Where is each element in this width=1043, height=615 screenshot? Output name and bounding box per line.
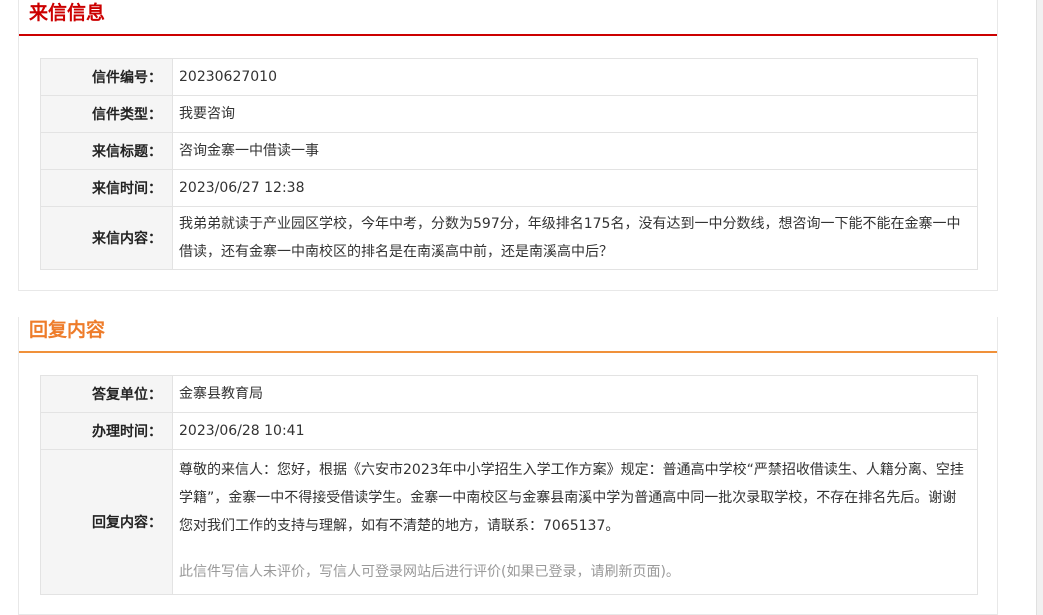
- letter-title-label: 来信标题：: [40, 132, 173, 170]
- table-row: 来信时间： 2023/06/27 12:38: [40, 169, 978, 207]
- table-row: 来信内容： 我弟弟就读于产业园区学校，今年中考，分数为597分，年级排名175名…: [40, 206, 978, 270]
- reply-content-text: 尊敬的来信人：您好，根据《六安市2023年中小学招生入学工作方案》规定：普通高中…: [179, 462, 964, 534]
- handling-time-value: 2023/06/28 10:41: [172, 412, 978, 450]
- table-row: 办理时间： 2023/06/28 10:41: [40, 412, 978, 450]
- handling-time-label: 办理时间：: [40, 412, 173, 450]
- reply-unit-label: 答复单位：: [40, 375, 173, 413]
- table-row: 来信标题： 咨询金寨一中借读一事: [40, 132, 978, 170]
- letter-title-value: 咨询金寨一中借读一事: [172, 132, 978, 170]
- letter-time-label: 来信时间：: [40, 169, 173, 207]
- letter-info-title: 来信信息: [29, 2, 106, 24]
- evaluation-note: 此信件写信人未评价，写信人可登录网站后进行评价(如果已登录，请刷新页面)。: [179, 564, 680, 580]
- reply-section: 回复内容 答复单位： 金寨县教育局 办理时间： 2023/06/28 10:41…: [18, 317, 998, 615]
- letter-content-label: 来信内容：: [40, 206, 173, 270]
- letter-content-value: 我弟弟就读于产业园区学校，今年中考，分数为597分，年级排名175名，没有达到一…: [172, 206, 978, 270]
- letter-info-table: 信件编号： 20230627010 信件类型： 我要咨询 来信标题： 咨询金寨一…: [40, 58, 978, 270]
- reply-table: 答复单位： 金寨县教育局 办理时间： 2023/06/28 10:41 回复内容…: [40, 375, 978, 595]
- table-row: 信件类型： 我要咨询: [40, 95, 978, 133]
- letter-info-section: 来信信息 信件编号： 20230627010 信件类型： 我要咨询 来信标题： …: [18, 0, 998, 291]
- table-row: 答复单位： 金寨县教育局: [40, 375, 978, 413]
- table-row: 回复内容： 尊敬的来信人：您好，根据《六安市2023年中小学招生入学工作方案》规…: [40, 449, 978, 595]
- reply-header: 回复内容: [19, 317, 997, 353]
- reply-unit-value: 金寨县教育局: [172, 375, 978, 413]
- letter-type-label: 信件类型：: [40, 95, 173, 133]
- reply-content-cell: 尊敬的来信人：您好，根据《六安市2023年中小学招生入学工作方案》规定：普通高中…: [172, 449, 978, 595]
- letter-number-value: 20230627010: [172, 58, 978, 96]
- letter-info-header: 来信信息: [19, 0, 997, 36]
- letter-time-value: 2023/06/27 12:38: [172, 169, 978, 207]
- table-row: 信件编号： 20230627010: [40, 58, 978, 96]
- letter-number-label: 信件编号：: [40, 58, 173, 96]
- reply-content-label: 回复内容：: [40, 449, 173, 595]
- page-scrollbar[interactable]: [1036, 0, 1043, 615]
- reply-title: 回复内容: [29, 319, 106, 341]
- letter-type-value: 我要咨询: [172, 95, 978, 133]
